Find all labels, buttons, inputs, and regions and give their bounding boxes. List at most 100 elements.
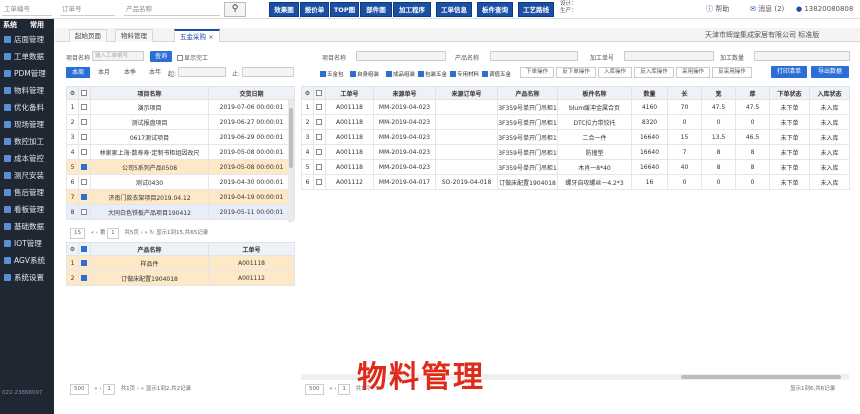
- table-row[interactable]: 7 济南门款衣架项目2019.04.12 2019-04-19 00:00:01: [66, 189, 295, 205]
- select-all-checkbox[interactable]: [78, 242, 91, 256]
- sidebar-item-site[interactable]: 现场管理: [0, 116, 54, 133]
- refresh-icon[interactable]: ↻: [150, 230, 155, 236]
- expand-icon[interactable]: ⚙: [66, 86, 79, 100]
- table-row[interactable]: 2 订做床配置1904018 A001112: [66, 270, 295, 286]
- table-row[interactable]: 6 测试0430 2019-04-30 00:00:01: [66, 174, 295, 190]
- menu-work-info-button[interactable]: 工单信息: [436, 2, 472, 17]
- select-all-checkbox[interactable]: [313, 86, 326, 100]
- show-done-checkbox[interactable]: 显示完工: [177, 53, 208, 62]
- col-product-name[interactable]: 产品名称: [497, 86, 558, 100]
- quantity-field[interactable]: [754, 51, 850, 61]
- prev-page-icon[interactable]: ‹: [96, 230, 98, 236]
- sidebar-item-cnc[interactable]: 数控加工: [0, 133, 54, 150]
- table-row[interactable]: 2 A001118 MM-2019-04-023 3F359号单开门吊柜1 DTC拉力带…: [301, 114, 850, 130]
- row-checkbox[interactable]: [313, 114, 326, 130]
- project-name-field[interactable]: [356, 51, 446, 61]
- table-row[interactable]: 3 A001118 MM-2019-04-023 3F359号单开门吊柜1 二合一件 16…: [301, 129, 850, 145]
- row-checkbox[interactable]: [78, 144, 91, 160]
- col-quantity[interactable]: 数量: [631, 86, 668, 100]
- page-size-select[interactable]: 500: [305, 384, 324, 395]
- page-size-select[interactable]: 15: [70, 228, 85, 239]
- table-row[interactable]: 1 样品件 A001118: [66, 255, 295, 271]
- filter-special-material[interactable]: 专用材料: [450, 70, 479, 78]
- row-checkbox[interactable]: [78, 189, 91, 205]
- end-date-input[interactable]: [242, 67, 294, 77]
- page-number-input[interactable]: 1: [338, 384, 350, 395]
- filter-finished-assembly[interactable]: 成品组装: [386, 70, 415, 78]
- filter-self-assembly[interactable]: 自身组装: [350, 70, 379, 78]
- export-data-button[interactable]: 导出数据: [811, 66, 849, 78]
- sidebar-item-cost[interactable]: 成本管控: [0, 150, 54, 167]
- col-work-number[interactable]: 工单号: [325, 86, 374, 100]
- sidebar-item-agv[interactable]: AGV系统: [0, 252, 54, 269]
- tab-start[interactable]: 起始页面: [69, 29, 107, 42]
- place-order-button[interactable]: 下单操作: [520, 67, 554, 78]
- date-tab-month[interactable]: 本月: [92, 67, 116, 78]
- cancel-stock-in-button[interactable]: 反入库操作: [634, 67, 674, 78]
- close-icon[interactable]: ×: [208, 33, 213, 41]
- messages-link[interactable]: ✉ 消息 (2): [750, 3, 784, 15]
- filter-adjust-hardware[interactable]: 调值五金: [482, 70, 511, 78]
- menu-part-view-button[interactable]: 部件图: [360, 2, 392, 17]
- expand-icon[interactable]: ⚙: [301, 86, 314, 100]
- page-number-input[interactable]: 1: [103, 384, 115, 395]
- sidebar-item-board[interactable]: 看板管理: [0, 201, 54, 218]
- page-number-input[interactable]: 1: [107, 228, 119, 239]
- expand-icon[interactable]: ⚙: [66, 242, 79, 256]
- col-part-name[interactable]: 板件名称: [557, 86, 632, 100]
- adopt-button[interactable]: 采用操作: [676, 67, 710, 78]
- sidebar-tab-system[interactable]: 系统: [3, 20, 17, 30]
- sidebar-item-pdm[interactable]: PDM管理: [0, 65, 54, 82]
- row-checkbox[interactable]: [78, 114, 91, 130]
- first-page-icon[interactable]: «: [94, 386, 97, 392]
- col-delivery-date[interactable]: 交货日期: [208, 86, 295, 100]
- row-checkbox[interactable]: [78, 255, 91, 271]
- project-table-scrollbar[interactable]: [288, 100, 294, 222]
- sidebar-item-optimize[interactable]: 优化备料: [0, 99, 54, 116]
- date-tab-year[interactable]: 本年: [144, 67, 166, 78]
- filter-hardware-pack[interactable]: 五金包: [320, 70, 344, 78]
- table-row[interactable]: 4 林家家上海·数寿寿·定制书柜组因改尺 2019-05-08 00:00:01: [66, 144, 295, 160]
- menu-top-view-button[interactable]: TOP图: [330, 2, 359, 17]
- first-page-icon[interactable]: «: [329, 386, 332, 392]
- sidebar-item-iot[interactable]: IOT管理: [0, 235, 54, 252]
- last-page-icon[interactable]: »: [145, 230, 148, 236]
- search-button[interactable]: ⚲: [224, 2, 246, 17]
- col-order-status[interactable]: 下单状态: [769, 86, 810, 100]
- project-filter-input[interactable]: 输入工单编号: [92, 51, 144, 61]
- col-product-name[interactable]: 产品名称: [90, 242, 209, 256]
- date-tab-quarter[interactable]: 本季: [118, 67, 142, 78]
- menu-board-query-button[interactable]: 板件查询: [477, 2, 513, 17]
- menu-render-button[interactable]: 效果图: [269, 2, 299, 17]
- sidebar-tab-common[interactable]: 常用: [30, 20, 44, 30]
- first-page-icon[interactable]: «: [91, 230, 94, 236]
- help-link[interactable]: ⓘ 帮助: [706, 3, 729, 15]
- sidebar-item-settings[interactable]: 系统设置: [0, 269, 54, 286]
- row-checkbox[interactable]: [78, 159, 91, 175]
- table-row[interactable]: 6 A001112 MM-2019-04-017 SO-2019-04-018 订做床配…: [301, 174, 850, 190]
- menu-program-button[interactable]: 加工程序: [393, 2, 431, 17]
- table-row[interactable]: 3 0617测试项目 2019-06-29 00:00:01: [66, 129, 295, 145]
- col-length[interactable]: 长: [667, 86, 702, 100]
- sidebar-item-aftersale[interactable]: 售后管理: [0, 184, 54, 201]
- tab-material[interactable]: 物料管理: [115, 29, 153, 42]
- row-checkbox[interactable]: [313, 159, 326, 175]
- row-checkbox[interactable]: [78, 99, 91, 115]
- table-row[interactable]: 1 A001118 MM-2019-04-023 3F359号单开门吊柜1 blum缓冲…: [301, 99, 850, 115]
- table-row[interactable]: 4 A001118 MM-2019-04-023 3F359号单开门吊柜1 防撞垫 166…: [301, 144, 850, 160]
- date-tab-week[interactable]: 本周: [66, 67, 90, 78]
- sidebar-item-store[interactable]: 店面管理: [0, 31, 54, 48]
- prev-page-icon[interactable]: ‹: [99, 386, 101, 392]
- row-checkbox[interactable]: [313, 174, 326, 190]
- col-source-number[interactable]: 来源单号: [373, 86, 436, 100]
- print-list-button[interactable]: 打印清单: [771, 66, 807, 78]
- row-checkbox[interactable]: [78, 204, 91, 220]
- work-number-input[interactable]: 工单编号: [2, 3, 52, 16]
- prev-page-icon[interactable]: ‹: [334, 386, 336, 392]
- sidebar-item-install[interactable]: 测尺安装: [0, 167, 54, 184]
- select-all-checkbox[interactable]: [78, 86, 91, 100]
- table-row[interactable]: 2 测试报盘项目 2019-06-27 00:00:01: [66, 114, 295, 130]
- row-checkbox[interactable]: [78, 174, 91, 190]
- cancel-adopt-button[interactable]: 反采用操作: [712, 67, 752, 78]
- sidebar-item-material[interactable]: 物料管理: [0, 82, 54, 99]
